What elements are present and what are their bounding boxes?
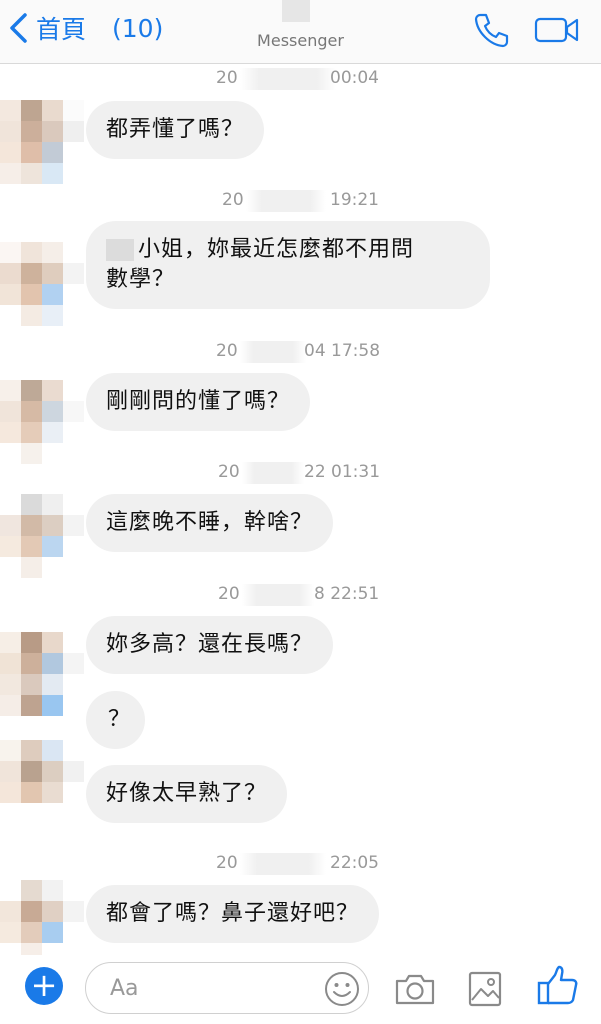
video-camera-icon[interactable]: [534, 12, 580, 48]
timestamp: 20 22:05: [216, 853, 379, 875]
timestamp: 20 04 17:58: [216, 341, 381, 363]
contact-avatar[interactable]: [0, 100, 84, 184]
timestamp: 20 22 01:31: [218, 462, 381, 484]
contact-name-redacted: [282, 0, 310, 22]
message-input[interactable]: Aa: [85, 962, 369, 1014]
contact-avatar[interactable]: [0, 494, 84, 578]
contact-avatar[interactable]: [0, 242, 84, 326]
contact-avatar[interactable]: [0, 880, 84, 964]
timestamp: 20 19:21: [222, 190, 379, 212]
message-bubble[interactable]: 剛剛問的懂了嗎？: [86, 373, 311, 431]
message-bubble[interactable]: 妳多高？還在長嗎？: [86, 616, 334, 674]
message-composer: + Aa: [0, 955, 601, 1024]
contact-avatar[interactable]: [0, 632, 84, 716]
message-line: 小姐，妳最近怎麼都不用問: [106, 235, 470, 265]
redacted-name: [106, 239, 134, 261]
message-bubble[interactable]: 都會了嗎？鼻子還好吧？: [86, 885, 380, 943]
message-bubble[interactable]: 這麼晚不睡，幹啥？: [86, 494, 334, 552]
input-placeholder: Aa: [110, 976, 139, 1001]
plus-icon[interactable]: +: [25, 967, 63, 1005]
contact-avatar[interactable]: [0, 740, 84, 824]
timestamp: 20 8 22:51: [218, 584, 380, 606]
thumbs-up-icon[interactable]: [535, 963, 581, 1009]
message-bubble[interactable]: 小姐，妳最近怎麼都不用問 數學？: [86, 221, 490, 309]
camera-icon[interactable]: [393, 967, 437, 1011]
image-icon[interactable]: [466, 967, 506, 1011]
timestamp: 20 00:04: [216, 68, 379, 90]
message-bubble[interactable]: ？: [86, 691, 146, 749]
smiley-icon[interactable]: [324, 971, 360, 1007]
contact-avatar[interactable]: [0, 380, 84, 464]
conversation-header: 首頁 (10) Messenger: [0, 0, 601, 64]
message-bubble[interactable]: 好像太早熟了？: [86, 765, 288, 823]
phone-icon[interactable]: [472, 10, 512, 50]
message-line: 數學？: [106, 267, 176, 292]
message-bubble[interactable]: 都弄懂了嗎？: [86, 101, 265, 159]
